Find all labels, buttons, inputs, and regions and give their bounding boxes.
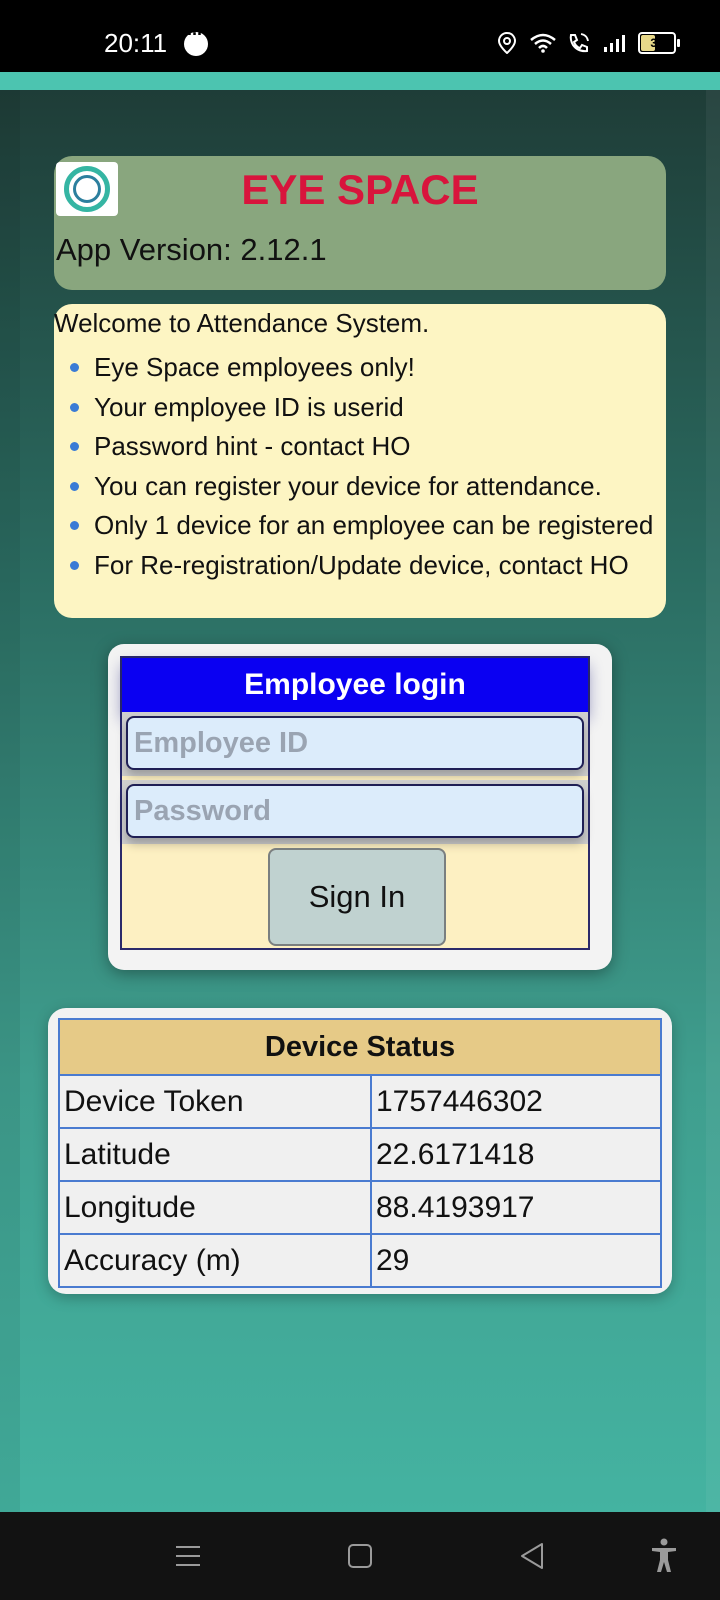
list-item: You can register your device for attenda… <box>54 467 666 507</box>
list-item: Only 1 device for an employee can be reg… <box>54 506 666 546</box>
bullet-icon <box>70 521 79 530</box>
location-icon <box>494 30 520 56</box>
menu-icon[interactable] <box>170 1538 206 1574</box>
bullet-icon <box>70 442 79 451</box>
wifi-icon <box>530 30 556 56</box>
header-card: EYE SPACE App Version: 2.12.1 <box>54 156 666 290</box>
app-screen: EYE SPACE App Version: 2.12.1 Welcome to… <box>0 72 720 1512</box>
info-list: Eye Space employees only! Your employee … <box>54 348 666 585</box>
accuracy-label: Accuracy (m) <box>58 1233 372 1288</box>
login-form: Employee login Sign In <box>120 656 590 950</box>
device-token-label: Device Token <box>58 1074 372 1129</box>
app-version: App Version: 2.12.1 <box>56 232 327 267</box>
login-title: Employee login <box>122 658 588 712</box>
navigation-bar <box>0 1512 720 1600</box>
list-item-text: Eye Space employees only! <box>94 352 415 382</box>
list-item: For Re-registration/Update device, conta… <box>54 546 666 586</box>
bullet-icon <box>70 363 79 372</box>
bullet-icon <box>70 402 79 412</box>
password-row <box>122 780 588 844</box>
battery-level: 34 <box>650 36 664 50</box>
login-card: Employee login Sign In <box>108 644 612 970</box>
table-row: Longitude 88.4193917 <box>58 1180 662 1235</box>
list-item-text: Password hint - contact HO <box>94 431 411 461</box>
app-title: EYE SPACE <box>241 166 479 213</box>
device-status-table: Device Status Device Token 1757446302 La… <box>58 1018 662 1288</box>
back-icon[interactable] <box>514 1538 550 1574</box>
home-icon[interactable] <box>342 1538 378 1574</box>
list-item-text: You can register your device for attenda… <box>94 470 602 501</box>
signal-icon <box>602 30 628 56</box>
longitude-label: Longitude <box>58 1180 372 1235</box>
list-item: Password hint - contact HO <box>54 427 666 467</box>
right-edge-shade <box>706 90 720 1512</box>
bullet-icon <box>70 481 79 491</box>
list-item: Your employee ID is userid <box>54 388 666 428</box>
top-accent-strip <box>0 72 720 90</box>
accuracy-value: 29 <box>370 1233 662 1288</box>
longitude-value: 88.4193917 <box>370 1180 662 1235</box>
battery-icon: 34 <box>638 32 680 54</box>
status-time: 20:11 <box>104 28 168 58</box>
table-row: Device Token 1757446302 <box>58 1074 662 1129</box>
table-row: Latitude 22.6171418 <box>58 1127 662 1182</box>
list-item: Eye Space employees only! <box>54 348 666 388</box>
wifi-call-icon <box>566 30 592 56</box>
table-row: Accuracy (m) 29 <box>58 1233 662 1288</box>
device-status-title: Device Status <box>58 1018 662 1076</box>
info-card: Welcome to Attendance System. Eye Space … <box>54 304 666 618</box>
bullet-icon <box>70 560 79 570</box>
device-status-card: Device Status Device Token 1757446302 La… <box>48 1008 672 1294</box>
chat-bubble-icon <box>184 24 208 56</box>
latitude-value: 22.6171418 <box>370 1127 662 1182</box>
welcome-text: Welcome to Attendance System. <box>54 308 430 338</box>
sign-in-button[interactable]: Sign In <box>268 848 446 946</box>
device-token-value: 1757446302 <box>370 1074 662 1129</box>
latitude-label: Latitude <box>58 1127 372 1182</box>
list-item-text: Your employee ID is userid <box>94 391 404 422</box>
status-icons: 34 <box>494 30 680 56</box>
left-edge-shade <box>0 90 20 1512</box>
accessibility-icon[interactable] <box>646 1538 682 1574</box>
password-input[interactable] <box>126 784 584 838</box>
list-item-text: For Re-registration/Update device, conta… <box>94 549 629 580</box>
list-item-text: Only 1 device for an employee can be reg… <box>94 510 654 540</box>
status-bar: 20:11 34 <box>0 0 720 72</box>
employee-id-input[interactable] <box>126 716 584 770</box>
employee-id-row <box>122 712 588 776</box>
